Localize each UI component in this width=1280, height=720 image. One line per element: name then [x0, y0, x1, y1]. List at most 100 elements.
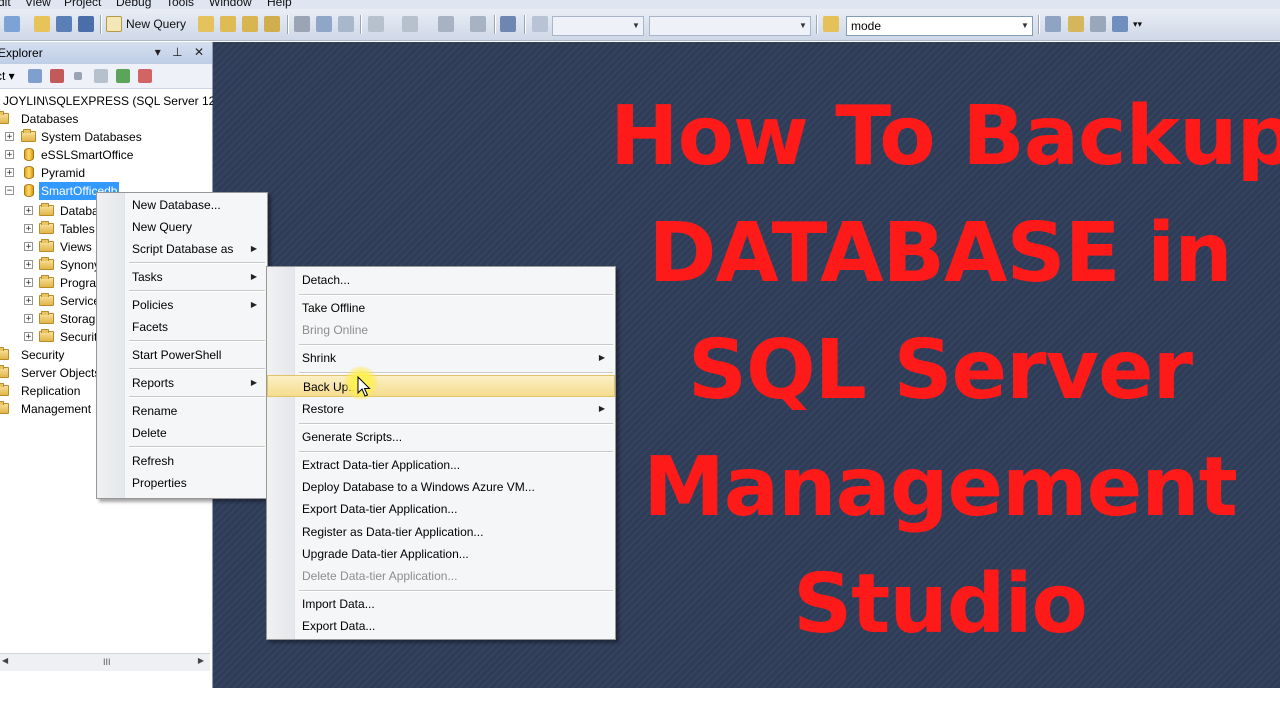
solution-config-combo[interactable]: ▼: [552, 16, 644, 36]
expand-icon[interactable]: +: [24, 224, 33, 234]
menu-item-back-up[interactable]: Back Up...: [267, 375, 615, 397]
expand-icon[interactable]: +: [24, 332, 33, 342]
stop-icon[interactable]: [74, 72, 82, 80]
registered-servers-icon[interactable]: [1068, 16, 1084, 32]
new-project-icon[interactable]: [4, 16, 20, 32]
refresh-icon[interactable]: [116, 69, 130, 83]
object-explorer-icon[interactable]: [1045, 16, 1061, 32]
menu-item-reports[interactable]: Reports ▶: [97, 372, 267, 394]
tools-icon[interactable]: [1090, 16, 1106, 32]
menu-item-policies[interactable]: Policies ▶: [97, 294, 267, 316]
menu-item-facets[interactable]: Facets: [97, 316, 267, 338]
menu-separator: [129, 290, 265, 291]
open-file-icon[interactable]: [34, 16, 50, 32]
expand-icon[interactable]: +: [5, 132, 14, 142]
filter-icon[interactable]: [94, 69, 108, 83]
expand-icon[interactable]: +: [5, 168, 14, 178]
new-query-button[interactable]: New Query: [126, 14, 186, 34]
menu-item-properties[interactable]: Properties: [97, 472, 267, 494]
navigate-forward-icon[interactable]: [470, 16, 486, 32]
connect-dropdown[interactable]: ct ▾: [0, 69, 15, 83]
scroll-left-icon[interactable]: ◀: [2, 656, 8, 665]
mouse-pointer-icon: [357, 376, 371, 397]
dmx-query-icon[interactable]: [242, 16, 258, 32]
expand-icon[interactable]: +: [24, 314, 33, 324]
toolbar-separator: [524, 15, 525, 34]
menu-item-delete-data-tier: Delete Data-tier Application...: [302, 569, 458, 583]
menu-item-delete[interactable]: Delete: [97, 422, 267, 444]
copy-icon[interactable]: [316, 16, 332, 32]
menu-debug[interactable]: Debug: [116, 0, 151, 9]
menu-item-generate-scripts[interactable]: Generate Scripts...: [267, 426, 615, 448]
expand-icon[interactable]: +: [5, 150, 14, 160]
expand-icon[interactable]: +: [24, 242, 33, 252]
database-engine-query-icon[interactable]: [198, 16, 214, 32]
menu-item-start-powershell[interactable]: Start PowerShell: [97, 344, 267, 366]
expand-icon[interactable]: +: [24, 206, 33, 216]
menu-separator: [129, 396, 265, 397]
menu-item-import-data[interactable]: Import Data...: [267, 593, 615, 615]
undo-icon[interactable]: [368, 16, 384, 32]
save-all-icon[interactable]: [78, 16, 94, 32]
menu-edit[interactable]: dit: [0, 0, 11, 9]
toolbar-options-icon[interactable]: ▾▾: [1133, 14, 1142, 34]
expand-icon[interactable]: +: [24, 260, 33, 270]
database-label: eSSLSmartOffice: [41, 148, 134, 162]
menu-item-export-data-tier[interactable]: Export Data-tier Application...: [267, 498, 615, 520]
menu-item-restore[interactable]: Restore ▶: [267, 398, 615, 420]
solution-platform-combo[interactable]: ▼: [649, 16, 811, 36]
menu-item-deploy-to-azure-vm[interactable]: Deploy Database to a Windows Azure VM...: [267, 476, 615, 498]
cut-icon[interactable]: [294, 16, 310, 32]
redo-icon[interactable]: [402, 16, 418, 32]
menu-item-rename[interactable]: Rename: [97, 400, 267, 422]
find-in-files-icon[interactable]: [823, 16, 839, 32]
menu-help[interactable]: Help: [267, 0, 292, 9]
paste-icon[interactable]: [338, 16, 354, 32]
server-label: JOYLIN\SQLEXPRESS (SQL Server 12.0.2: [3, 94, 236, 108]
chevron-down-icon: ▼: [799, 21, 807, 30]
menu-item-export-data[interactable]: Export Data...: [267, 615, 615, 637]
start-debugging-icon[interactable]: [532, 16, 548, 32]
horizontal-scrollbar[interactable]: ◀ III ▶: [0, 653, 210, 671]
toolbar-separator: [100, 15, 101, 34]
collapse-icon[interactable]: −: [5, 186, 14, 196]
menu-item-take-offline[interactable]: Take Offline: [267, 297, 615, 319]
activity-monitor-icon[interactable]: [138, 69, 152, 83]
scroll-thumb[interactable]: III: [40, 657, 111, 667]
database-label: Pyramid: [41, 166, 86, 180]
menu-item-tasks[interactable]: Tasks ▶: [97, 266, 267, 288]
menu-item-upgrade-data-tier[interactable]: Upgrade Data-tier Application...: [267, 543, 615, 565]
menu-item-new-query[interactable]: New Query: [97, 216, 267, 238]
folder-icon: [0, 347, 9, 360]
disconnect-icon[interactable]: [50, 69, 64, 83]
menu-item-detach[interactable]: Detach...: [267, 269, 615, 291]
solution-explorer-icon[interactable]: [500, 16, 516, 32]
menu-item-script-database-as[interactable]: Script Database as ▶: [97, 238, 267, 260]
panel-window-buttons[interactable]: ▾ ⊥ ✕: [155, 45, 208, 59]
expand-icon[interactable]: +: [24, 296, 33, 306]
xmla-query-icon[interactable]: [264, 16, 280, 32]
folder-icon: [39, 257, 54, 270]
menu-project[interactable]: Project: [64, 0, 101, 9]
menu-item-bring-online: Bring Online: [302, 323, 369, 337]
menu-item-new-database[interactable]: New Database...: [97, 194, 267, 216]
connect-icon[interactable]: [28, 69, 42, 83]
menu-item-refresh[interactable]: Refresh: [97, 450, 267, 472]
menu-item-register-data-tier[interactable]: Register as Data-tier Application...: [267, 521, 615, 543]
menu-tools[interactable]: Tools: [166, 0, 194, 9]
save-icon[interactable]: [56, 16, 72, 32]
menu-item-extract-data-tier[interactable]: Extract Data-tier Application...: [267, 454, 615, 476]
expand-icon[interactable]: +: [24, 278, 33, 288]
menu-view[interactable]: View: [25, 0, 51, 9]
menu-separator: [129, 262, 265, 263]
properties-window-icon[interactable]: [1112, 16, 1128, 32]
scroll-right-icon[interactable]: ▶: [198, 656, 204, 665]
find-combo[interactable]: mode ▼: [846, 16, 1033, 36]
menu-window[interactable]: Window: [209, 0, 252, 9]
menu-item-shrink[interactable]: Shrink ▶: [267, 347, 615, 369]
navigate-backward-icon[interactable]: [438, 16, 454, 32]
analysis-query-icon[interactable]: [220, 16, 236, 32]
menu-separator: [299, 451, 613, 452]
databases-label: Databases: [21, 112, 79, 126]
new-query-icon[interactable]: [106, 16, 122, 32]
